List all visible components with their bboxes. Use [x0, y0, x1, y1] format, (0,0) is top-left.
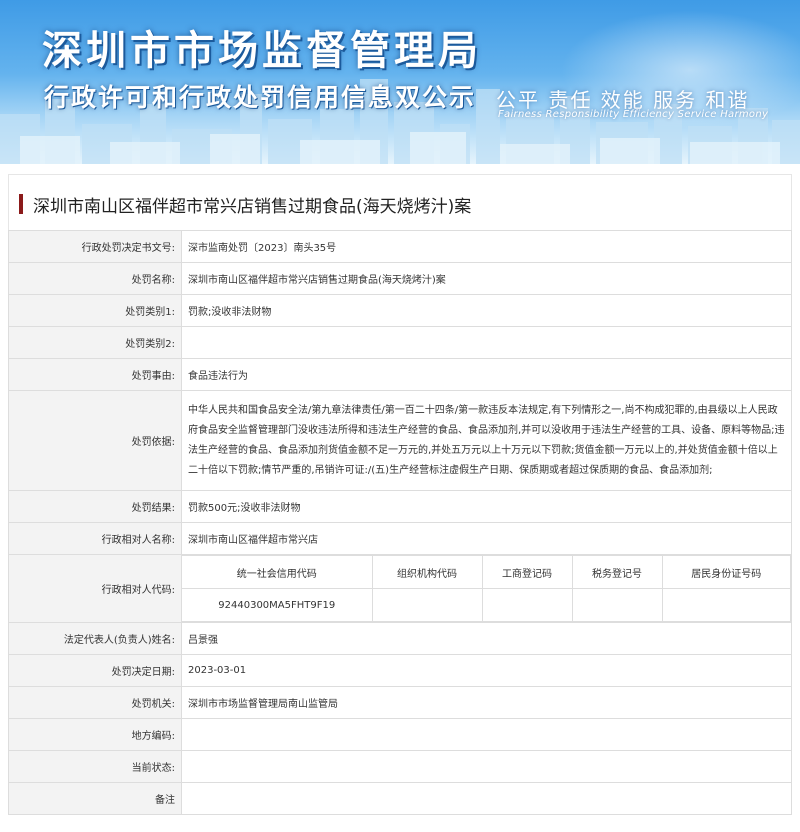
value-remark	[181, 782, 792, 815]
value-credit-code: 92440300MA5FHT9F19	[182, 588, 373, 622]
value-reason: 食品违法行为	[181, 358, 792, 391]
value-tax-reg-no	[571, 588, 663, 622]
row-legal-rep: 法定代表人(负责人)姓名: 吕景强	[8, 622, 792, 655]
value-id-card-no	[661, 588, 791, 622]
value-decision-date: 2023-03-01	[181, 654, 792, 687]
slogan-english: Fairness Responsibility Efficiency Servi…	[498, 109, 769, 120]
value-category-2	[181, 326, 792, 359]
row-local-code: 地方编码:	[8, 718, 792, 751]
party-code-subtable: 统一社会信用代码 组织机构代码 工商登记码 税务登记号 居民身份证号码 9244…	[182, 555, 791, 622]
value-doc-no: 深市监南处罚〔2023〕南头35号	[181, 230, 792, 263]
penalty-info-table: 行政处罚决定书文号: 深市监南处罚〔2023〕南头35号 处罚名称: 深圳市南山…	[8, 230, 792, 815]
value-penalty-name: 深圳市南山区福伴超市常兴店销售过期食品(海天烧烤汁)案	[181, 262, 792, 295]
label-category-2: 处罚类别2:	[8, 326, 182, 359]
value-authority: 深圳市市场监督管理局南山监管局	[181, 686, 792, 719]
header-id-card-no: 居民身份证号码	[661, 555, 791, 589]
row-category-1: 处罚类别1: 罚款;没收非法财物	[8, 294, 792, 327]
case-detail-panel: 深圳市南山区福伴超市常兴店销售过期食品(海天烧烤汁)案 行政处罚决定书文号: 深…	[8, 174, 792, 826]
header-credit-code: 统一社会信用代码	[182, 555, 373, 589]
row-party-name: 行政相对人名称: 深圳市南山区福伴超市常兴店	[8, 522, 792, 555]
row-authority: 处罚机关: 深圳市市场监督管理局南山监管局	[8, 686, 792, 719]
case-title-box: 深圳市南山区福伴超市常兴店销售过期食品(海天烧烤汁)案	[8, 174, 792, 230]
row-remark: 备注	[8, 782, 792, 815]
row-basis: 处罚依据: 中华人民共和国食品安全法/第九章法律责任/第一百二十四条/第一款违反…	[8, 390, 792, 491]
site-title: 深圳市市场监督管理局	[42, 27, 482, 74]
row-decision-date: 处罚决定日期: 2023-03-01	[8, 654, 792, 687]
label-local-code: 地方编码:	[8, 718, 182, 751]
label-reason: 处罚事由:	[8, 358, 182, 391]
label-doc-no: 行政处罚决定书文号:	[8, 230, 182, 263]
value-basis: 中华人民共和国食品安全法/第九章法律责任/第一百二十四条/第一款违反本法规定,有…	[181, 390, 792, 491]
value-category-1: 罚款;没收非法财物	[181, 294, 792, 327]
party-code-value-row: 92440300MA5FHT9F19	[182, 588, 791, 622]
label-basis: 处罚依据:	[8, 390, 182, 491]
case-title: 深圳市南山区福伴超市常兴店销售过期食品(海天烧烤汁)案	[33, 197, 472, 217]
header-org-code: 组织机构代码	[371, 555, 483, 589]
row-reason: 处罚事由: 食品违法行为	[8, 358, 792, 391]
label-party-name: 行政相对人名称:	[8, 522, 182, 555]
value-legal-rep: 吕景强	[181, 622, 792, 655]
row-party-code: 行政相对人代码: 统一社会信用代码 组织机构代码 工商登记码 税务登记号 居民身…	[8, 554, 792, 623]
row-penalty-name: 处罚名称: 深圳市南山区福伴超市常兴店销售过期食品(海天烧烤汁)案	[8, 262, 792, 295]
row-doc-no: 行政处罚决定书文号: 深市监南处罚〔2023〕南头35号	[8, 230, 792, 263]
value-business-reg-code	[481, 588, 573, 622]
value-party-name: 深圳市南山区福伴超市常兴店	[181, 522, 792, 555]
header-tax-reg-no: 税务登记号	[571, 555, 663, 589]
party-code-header-row: 统一社会信用代码 组织机构代码 工商登记码 税务登记号 居民身份证号码	[182, 555, 791, 589]
row-category-2: 处罚类别2:	[8, 326, 792, 359]
value-status	[181, 750, 792, 783]
label-penalty-name: 处罚名称:	[8, 262, 182, 295]
label-remark: 备注	[8, 782, 182, 815]
label-decision-date: 处罚决定日期:	[8, 654, 182, 687]
label-result: 处罚结果:	[8, 490, 182, 523]
site-subtitle: 行政许可和行政处罚信用信息双公示	[44, 83, 477, 112]
label-authority: 处罚机关:	[8, 686, 182, 719]
label-party-code: 行政相对人代码:	[8, 554, 182, 623]
value-result: 罚款500元;没收非法财物	[181, 490, 792, 523]
row-status: 当前状态:	[8, 750, 792, 783]
label-category-1: 处罚类别1:	[8, 294, 182, 327]
label-status: 当前状态:	[8, 750, 182, 783]
label-legal-rep: 法定代表人(负责人)姓名:	[8, 622, 182, 655]
title-accent-bar	[19, 194, 23, 214]
value-local-code	[181, 718, 792, 751]
header-banner: 深圳市市场监督管理局 行政许可和行政处罚信用信息双公示 公平 责任 效能 服务 …	[0, 0, 800, 164]
row-result: 处罚结果: 罚款500元;没收非法财物	[8, 490, 792, 523]
value-party-code: 统一社会信用代码 组织机构代码 工商登记码 税务登记号 居民身份证号码 9244…	[181, 554, 792, 623]
value-org-code	[371, 588, 483, 622]
header-business-reg-code: 工商登记码	[481, 555, 573, 589]
